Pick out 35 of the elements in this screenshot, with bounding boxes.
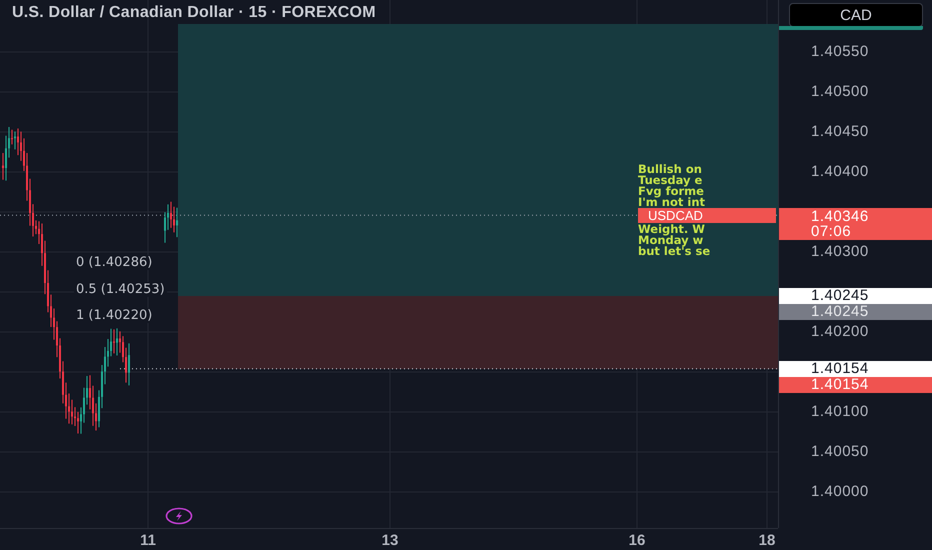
price-tick: 1.40100 (811, 404, 869, 420)
price-tick: 1.40000 (811, 484, 869, 500)
price-tick: 1.40550 (811, 44, 869, 60)
price-label: 1.40154 (779, 376, 932, 393)
lightning-icon[interactable] (165, 507, 193, 525)
fib-level-label: 0.5 (1.40253) (74, 282, 167, 297)
time-label: 18 (758, 532, 776, 549)
note-line: Weight. W (638, 224, 705, 235)
note-line: Fvg forme (638, 186, 704, 197)
price-tick: 1.40200 (811, 324, 869, 340)
price-tick: 1.40500 (811, 84, 869, 100)
note-line: Tuesday e (638, 175, 702, 186)
note-line: Monday w (638, 235, 704, 246)
price-tick: 1.40400 (811, 164, 869, 180)
fib-level-label: 0 (1.40286) (74, 255, 154, 270)
note-line: but let's se (638, 246, 710, 257)
price-label: 1.40245 (779, 304, 932, 320)
currency-button[interactable]: CAD (789, 3, 923, 27)
price-axis[interactable]: CAD 1.40550 1.40500 1.40450 1.40400 1.40300 1.40200 1.40100 1.40050 1.40000 1.40346 07:06 1.40245 1.40245 1.40154 1.40154 (778, 0, 932, 528)
price-tick: 1.40300 (811, 244, 869, 260)
time-label: 13 (380, 532, 400, 549)
chart-title: U.S. Dollar / Canadian Dollar · 15 · FOREXCOM (12, 4, 376, 22)
fib-level-label: 1 (1.40220) (74, 308, 154, 323)
note-line: Bullish on (638, 164, 702, 175)
note-line: I'm not int (638, 197, 706, 208)
price-tick: 1.40050 (811, 444, 869, 460)
symbol-label: USDCAD (638, 208, 776, 224)
price-tick: 1.40450 (811, 124, 869, 140)
time-label: 16 (628, 532, 646, 549)
profit-zone[interactable] (178, 24, 778, 296)
price-label: 1.40154 (779, 360, 932, 377)
price-label: 1.40245 (779, 288, 932, 304)
time-label: 11 (139, 532, 157, 549)
time-axis[interactable]: 11 13 16 18 (0, 528, 778, 550)
price-label: 1.40346 07:06 (779, 208, 932, 240)
